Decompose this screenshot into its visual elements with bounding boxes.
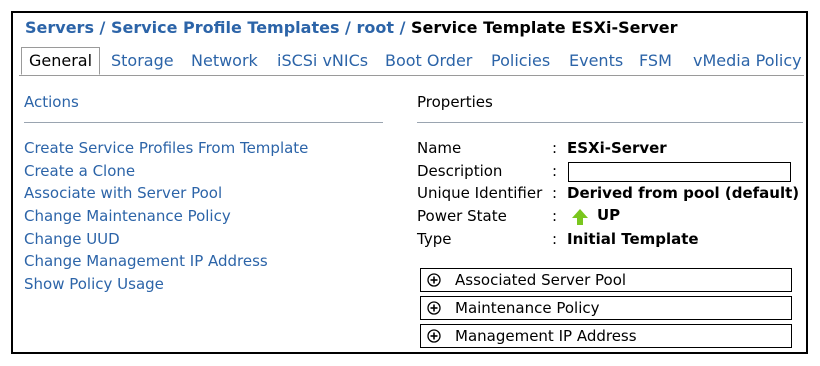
power-state-value: UP — [597, 206, 621, 224]
service-template-panel: Servers / Service Profile Templates / ro… — [11, 11, 808, 354]
name-value: ESXi-Server — [567, 139, 667, 157]
action-change-uud[interactable]: Change UUD — [24, 230, 120, 248]
description-colon: : — [552, 162, 558, 180]
tab-policies[interactable]: Policies — [491, 47, 550, 75]
power-state-label: Power State — [417, 207, 507, 225]
name-label: Name — [417, 139, 462, 157]
expander-label: Management IP Address — [455, 327, 637, 345]
action-create-service-profiles-from-template[interactable]: Create Service Profiles From Template — [24, 139, 308, 157]
tab-storage[interactable]: Storage — [111, 47, 174, 75]
expand-plus-icon — [427, 273, 441, 287]
unique-identifier-label: Unique Identifier — [417, 184, 543, 202]
breadcrumb-current: Service Template ESXi-Server — [410, 18, 678, 37]
power-state-colon: : — [552, 207, 558, 225]
properties-divider — [417, 122, 803, 123]
action-associate-server-pool[interactable]: Associate with Server Pool — [24, 184, 222, 202]
action-show-policy-usage[interactable]: Show Policy Usage — [24, 275, 164, 293]
actions-divider — [24, 122, 383, 123]
tab-general[interactable]: General — [21, 47, 101, 75]
type-value: Initial Template — [567, 230, 699, 248]
unique-identifier-value: Derived from pool (default) — [567, 184, 800, 202]
description-input[interactable] — [568, 162, 791, 182]
action-change-maintenance-policy[interactable]: Change Maintenance Policy — [24, 207, 231, 225]
properties-heading: Properties — [417, 93, 493, 111]
maintenance-policy-expander[interactable]: Maintenance Policy — [420, 296, 792, 320]
type-colon: : — [552, 230, 558, 248]
expander-label: Associated Server Pool — [455, 271, 627, 289]
actions-heading: Actions — [24, 93, 79, 111]
type-label: Type — [417, 230, 452, 248]
breadcrumb-servers[interactable]: Servers — [25, 18, 94, 37]
breadcrumb: Servers / Service Profile Templates / ro… — [25, 18, 678, 37]
tab-vmedia-policy[interactable]: vMedia Policy — [693, 47, 802, 75]
unique-identifier-colon: : — [552, 184, 558, 202]
up-arrow-icon — [572, 209, 588, 225]
associated-server-pool-expander[interactable]: Associated Server Pool — [420, 268, 792, 292]
tab-boot-order[interactable]: Boot Order — [385, 47, 472, 75]
expander-label: Maintenance Policy — [455, 299, 600, 317]
description-label: Description — [417, 162, 503, 180]
breadcrumb-separator: / — [93, 18, 111, 37]
breadcrumb-root[interactable]: root — [356, 18, 394, 37]
management-ip-address-expander[interactable]: Management IP Address — [420, 324, 792, 348]
tab-bar: General Storage Network iSCSi vNICs Boot… — [19, 47, 804, 76]
expand-plus-icon — [427, 329, 441, 343]
name-colon: : — [552, 139, 558, 157]
action-change-management-ip[interactable]: Change Management IP Address — [24, 252, 268, 270]
expand-plus-icon — [427, 301, 441, 315]
tab-network[interactable]: Network — [191, 47, 258, 75]
tab-iscsi-vnics[interactable]: iSCSi vNICs — [277, 47, 368, 75]
tab-fsm[interactable]: FSM — [639, 47, 672, 75]
breadcrumb-separator: / — [394, 18, 411, 37]
action-create-clone[interactable]: Create a Clone — [24, 162, 135, 180]
breadcrumb-service-profile-templates[interactable]: Service Profile Templates — [111, 18, 340, 37]
tab-events[interactable]: Events — [569, 47, 623, 75]
breadcrumb-separator: / — [339, 18, 357, 37]
